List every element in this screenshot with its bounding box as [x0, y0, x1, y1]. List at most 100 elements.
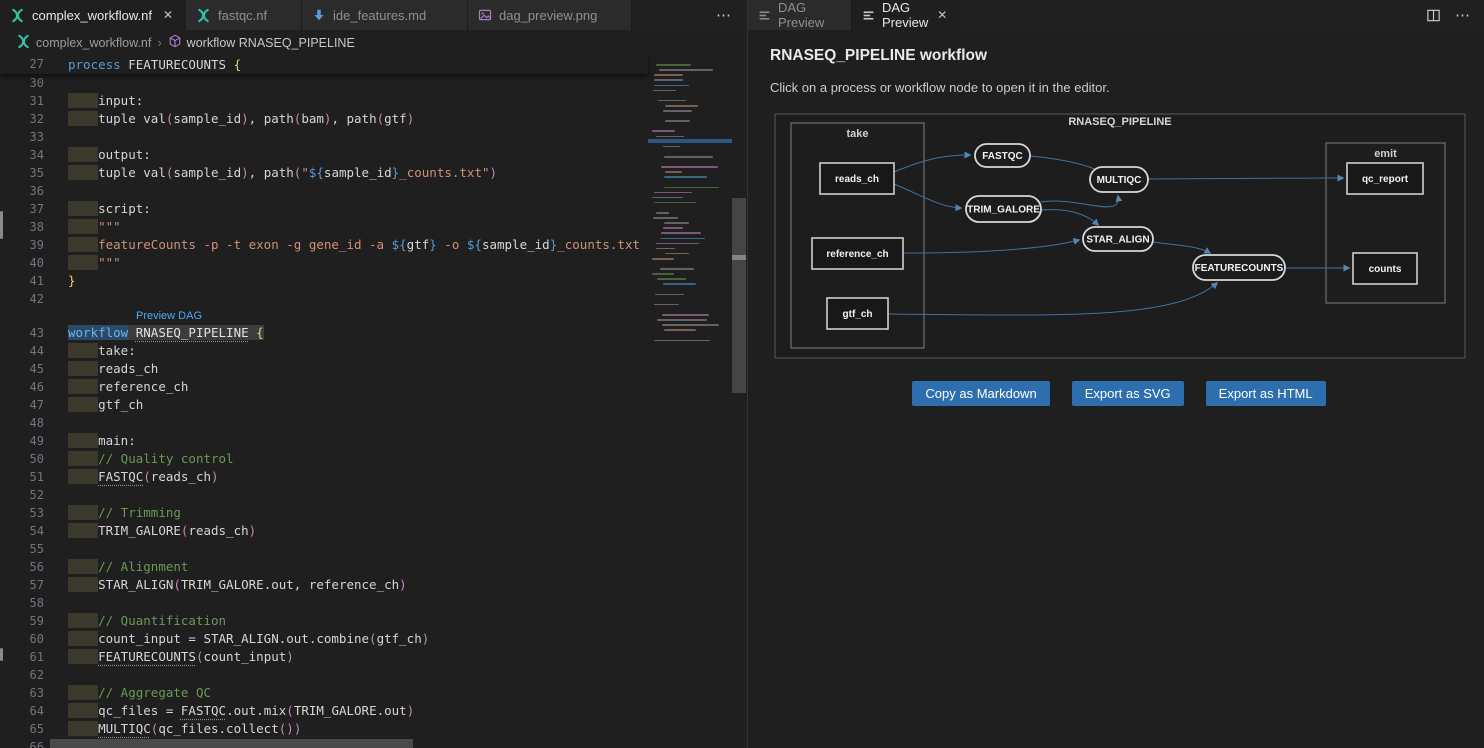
- code-line[interactable]: 32 tuple val(sample_id), path(bam), path…: [0, 110, 648, 128]
- copy-as-markdown-button[interactable]: Copy as Markdown: [912, 381, 1049, 406]
- line-number: 46: [0, 378, 68, 396]
- line-number: 55: [0, 540, 68, 558]
- code-line[interactable]: 41}: [0, 272, 648, 290]
- nextflow-icon: [196, 8, 211, 23]
- vertical-scrollbar-thumb[interactable]: [732, 198, 746, 393]
- code-line[interactable]: 61 FEATURECOUNTS(count_input): [0, 648, 648, 666]
- breadcrumb-file[interactable]: complex_workflow.nf: [36, 36, 151, 50]
- tab-label: complex_workflow.nf: [32, 8, 152, 23]
- code-line[interactable]: 48: [0, 414, 648, 432]
- code-line[interactable]: 51 FASTQC(reads_ch): [0, 468, 648, 486]
- tab-ide-features-md[interactable]: ide_features.md: [302, 0, 468, 30]
- line-number: 31: [0, 92, 68, 110]
- dag-preview-panel: RNASEQ_PIPELINE workflow Click on a proc…: [748, 30, 1484, 748]
- tab-complex-workflow-nf[interactable]: complex_workflow.nf ✕: [0, 0, 186, 30]
- code-line[interactable]: 64 qc_files = FASTQC.out.mix(TRIM_GALORE…: [0, 702, 648, 720]
- more-tabs-icon[interactable]: ⋯: [702, 6, 747, 24]
- tab-dag-preview-png[interactable]: dag_preview.png: [468, 0, 632, 30]
- dag-node-label-MULTIQC: MULTIQC: [1097, 175, 1142, 186]
- editor-edge-decoration: [0, 648, 3, 661]
- line-number: 44: [0, 342, 68, 360]
- line-number: 65: [0, 720, 68, 738]
- line-number: 61: [0, 648, 68, 666]
- dag-title: RNASEQ_PIPELINE: [1068, 116, 1171, 128]
- code-line[interactable]: 49 main:: [0, 432, 648, 450]
- code-line[interactable]: 38 """: [0, 218, 648, 236]
- dag-node-label-FEATURECOUNTS: FEATURECOUNTS: [1195, 263, 1284, 274]
- horizontal-scrollbar[interactable]: [0, 739, 747, 748]
- code-line[interactable]: 35 tuple val(sample_id), path("${sample_…: [0, 164, 648, 182]
- line-number: 59: [0, 612, 68, 630]
- dag-node-label-reference_ch: reference_ch: [826, 249, 888, 260]
- breadcrumb[interactable]: complex_workflow.nf › workflow RNASEQ_PI…: [0, 30, 747, 55]
- code-line[interactable]: 65 MULTIQC(qc_files.collect()): [0, 720, 648, 738]
- vertical-scrollbar[interactable]: [732, 55, 746, 748]
- line-number: 39: [0, 236, 68, 254]
- preview-dag-codelens[interactable]: Preview DAG: [136, 308, 202, 324]
- sticky-scroll-line[interactable]: 27process FEATURECOUNTS {: [0, 55, 648, 74]
- line-number: 57: [0, 576, 68, 594]
- code-line[interactable]: 46 reference_ch: [0, 378, 648, 396]
- code-line[interactable]: 31 input:: [0, 92, 648, 110]
- line-number: 53: [0, 504, 68, 522]
- code-line[interactable]: 39 featureCounts -p -t exon -g gene_id -…: [0, 236, 648, 254]
- code-line[interactable]: 58: [0, 594, 648, 612]
- tab-label: DAG Preview: [778, 0, 841, 30]
- tab-label: ide_features.md: [333, 8, 426, 23]
- tab-fastqc-nf[interactable]: fastqc.nf: [186, 0, 302, 30]
- export-as-svg-button[interactable]: Export as SVG: [1072, 381, 1184, 406]
- code-line[interactable]: 45 reads_ch: [0, 360, 648, 378]
- horizontal-scrollbar-thumb[interactable]: [50, 739, 413, 748]
- code-line[interactable]: 47 gtf_ch: [0, 396, 648, 414]
- tab-dag-preview-dag-preview[interactable]: DAG Preview✕: [852, 0, 960, 30]
- line-number: [0, 308, 68, 324]
- line-number: 48: [0, 414, 68, 432]
- code-line[interactable]: 36: [0, 182, 648, 200]
- editor-edge-decoration: [0, 211, 3, 239]
- tab-dag-preview-dag-preview[interactable]: DAG Preview: [748, 0, 852, 30]
- code-line[interactable]: 54 TRIM_GALORE(reads_ch): [0, 522, 648, 540]
- line-number: 40: [0, 254, 68, 272]
- minimap-highlight: [648, 139, 732, 143]
- line-number: 45: [0, 360, 68, 378]
- code-line[interactable]: 53 // Trimming: [0, 504, 648, 522]
- code-line[interactable]: 34 output:: [0, 146, 648, 164]
- code-line[interactable]: 43workflow RNASEQ_PIPELINE {: [0, 324, 648, 342]
- code-line[interactable]: 33: [0, 128, 648, 146]
- breadcrumb-symbol[interactable]: workflow RNASEQ_PIPELINE: [187, 36, 355, 50]
- minimap[interactable]: [648, 55, 732, 748]
- code-line[interactable]: 60 count_input = STAR_ALIGN.out.combine(…: [0, 630, 648, 648]
- code-line[interactable]: 55: [0, 540, 648, 558]
- close-icon[interactable]: ✕: [161, 8, 175, 22]
- line-number: 56: [0, 558, 68, 576]
- dag-cluster-label-emit: emit: [1374, 148, 1397, 160]
- line-number: 52: [0, 486, 68, 504]
- split-editor-icon[interactable]: [1426, 8, 1441, 23]
- line-number: 42: [0, 290, 68, 308]
- code-line[interactable]: 63 // Aggregate QC: [0, 684, 648, 702]
- line-number: 36: [0, 182, 68, 200]
- left-tab-bar: complex_workflow.nf ✕ fastqc.nf ide_feature…: [0, 0, 747, 30]
- code-line[interactable]: 30: [0, 74, 648, 92]
- more-actions-icon[interactable]: ⋯: [1455, 6, 1472, 24]
- line-number: 34: [0, 146, 68, 164]
- export-as-html-button[interactable]: Export as HTML: [1206, 381, 1326, 406]
- code-line[interactable]: 59 // Quantification: [0, 612, 648, 630]
- line-number: 62: [0, 666, 68, 684]
- code-line[interactable]: 50 // Quality control: [0, 450, 648, 468]
- code-line[interactable]: 57 STAR_ALIGN(TRIM_GALORE.out, reference…: [0, 576, 648, 594]
- close-icon[interactable]: ✕: [935, 8, 949, 22]
- code-line[interactable]: 44 take:: [0, 342, 648, 360]
- code-line[interactable]: 40 """: [0, 254, 648, 272]
- line-number: 43: [0, 324, 68, 342]
- right-tab-bar: DAG Preview DAG Preview✕ ⋯: [748, 0, 1484, 30]
- code-line[interactable]: 42: [0, 290, 648, 308]
- code-line[interactable]: 52: [0, 486, 648, 504]
- code-line[interactable]: 62: [0, 666, 648, 684]
- dag-diagram[interactable]: RNASEQ_PIPELINEtakeemitreads_chreference…: [770, 112, 1468, 360]
- code-line[interactable]: 37 script:: [0, 200, 648, 218]
- line-number: 38: [0, 218, 68, 236]
- code-editor[interactable]: 3031 input:32 tuple val(sample_id), path…: [0, 55, 747, 748]
- line-number: 64: [0, 702, 68, 720]
- code-line[interactable]: 56 // Alignment: [0, 558, 648, 576]
